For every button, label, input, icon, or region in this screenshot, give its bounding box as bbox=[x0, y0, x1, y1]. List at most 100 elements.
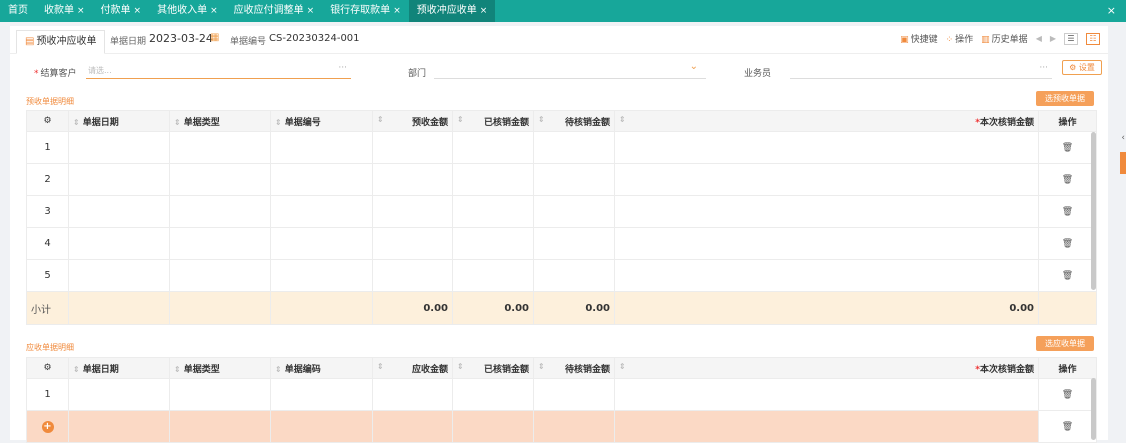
cell[interactable] bbox=[68, 259, 170, 292]
cell[interactable] bbox=[169, 163, 271, 196]
column-header[interactable]: ⇕ 应收金额 bbox=[372, 357, 453, 379]
cell[interactable] bbox=[68, 131, 170, 164]
column-header[interactable]: ⇕ *本次核销金额 bbox=[614, 110, 1039, 132]
column-settings-cell[interactable]: ⚙ bbox=[26, 110, 69, 132]
cell[interactable] bbox=[452, 227, 534, 260]
close-icon[interactable]: × bbox=[210, 6, 218, 16]
select-prepay-button[interactable]: 选预收单据 bbox=[1036, 91, 1094, 106]
shortcut-button[interactable]: ▣ 快捷键 bbox=[900, 32, 938, 45]
tab-adjustment[interactable]: 应收应付调整单 × bbox=[226, 0, 323, 22]
close-icon[interactable]: × bbox=[480, 6, 488, 16]
more-icon[interactable]: ··· bbox=[1039, 63, 1048, 73]
cell[interactable] bbox=[614, 195, 1039, 228]
collapse-icon[interactable]: ‹ bbox=[1121, 133, 1125, 143]
cell[interactable] bbox=[68, 227, 170, 260]
column-header[interactable]: ⇕ *本次核销金额 bbox=[614, 357, 1039, 379]
cell[interactable] bbox=[372, 195, 453, 228]
column-header[interactable]: ⇕ 已核销金额 bbox=[452, 357, 534, 379]
tab-other-income[interactable]: 其他收入单 × bbox=[149, 0, 226, 22]
cell[interactable] bbox=[169, 410, 271, 443]
table-row[interactable]: 1 🗑 bbox=[26, 378, 1097, 411]
cell[interactable] bbox=[533, 163, 615, 196]
detail-view-icon[interactable]: ☷ bbox=[1086, 32, 1100, 45]
cell[interactable] bbox=[533, 131, 615, 164]
column-header[interactable]: ⇕ 单据类型 bbox=[169, 357, 271, 379]
column-header[interactable]: ⇕ 待核销金额 bbox=[533, 357, 615, 379]
cell[interactable] bbox=[452, 378, 534, 411]
column-header[interactable]: ⇕ 单据日期 bbox=[68, 110, 170, 132]
tab-home[interactable]: 首页 bbox=[0, 0, 36, 22]
column-settings-cell[interactable]: ⚙ bbox=[26, 357, 69, 379]
cell[interactable] bbox=[372, 259, 453, 292]
scrollbar[interactable] bbox=[1091, 378, 1096, 440]
tab-payment[interactable]: 付款单 × bbox=[93, 0, 150, 22]
more-icon[interactable]: ··· bbox=[338, 63, 347, 73]
cell[interactable] bbox=[452, 163, 534, 196]
trash-icon[interactable]: 🗑 bbox=[1062, 271, 1073, 281]
trash-icon[interactable]: 🗑 bbox=[1062, 239, 1073, 249]
cell[interactable] bbox=[372, 227, 453, 260]
cell[interactable] bbox=[372, 131, 453, 164]
close-all-icon[interactable]: × bbox=[1107, 0, 1116, 22]
column-header[interactable]: ⇕ 预收金额 bbox=[372, 110, 453, 132]
cell[interactable] bbox=[372, 410, 453, 443]
next-icon[interactable]: ▶ bbox=[1050, 34, 1056, 43]
cell[interactable] bbox=[614, 163, 1039, 196]
cell[interactable] bbox=[533, 195, 615, 228]
cell[interactable] bbox=[169, 227, 271, 260]
list-view-icon[interactable]: ☰ bbox=[1064, 32, 1078, 45]
table-row[interactable]: 4 🗑 bbox=[26, 227, 1097, 260]
table-row[interactable]: 5 🗑 bbox=[26, 259, 1097, 292]
table-row[interactable]: 1 🗑 bbox=[26, 131, 1097, 164]
trash-icon[interactable]: 🗑 bbox=[1062, 390, 1073, 400]
cell[interactable] bbox=[614, 227, 1039, 260]
operate-button[interactable]: ⁘ 操作 bbox=[946, 32, 974, 45]
cell[interactable] bbox=[270, 195, 373, 228]
cell[interactable] bbox=[372, 378, 453, 411]
column-header[interactable]: ⇕ 单据编号 bbox=[270, 110, 373, 132]
cell[interactable] bbox=[614, 259, 1039, 292]
column-header[interactable]: ⇕ 已核销金额 bbox=[452, 110, 534, 132]
salesman-input[interactable]: ··· bbox=[790, 63, 1052, 79]
cell[interactable] bbox=[533, 378, 615, 411]
column-header[interactable]: ⇕ 单据编码 bbox=[270, 357, 373, 379]
dept-select[interactable]: ⌄ bbox=[434, 61, 706, 79]
scrollbar[interactable] bbox=[1091, 132, 1096, 290]
cell[interactable] bbox=[169, 195, 271, 228]
cell[interactable] bbox=[270, 163, 373, 196]
column-header[interactable]: ⇕ 待核销金额 bbox=[533, 110, 615, 132]
settings-button[interactable]: ⚙ 设置 bbox=[1062, 60, 1102, 75]
cell[interactable] bbox=[372, 163, 453, 196]
cell[interactable] bbox=[533, 259, 615, 292]
cell[interactable] bbox=[614, 378, 1039, 411]
cell[interactable] bbox=[614, 410, 1039, 443]
trash-icon[interactable]: 🗑 bbox=[1062, 143, 1073, 153]
cell[interactable] bbox=[270, 378, 373, 411]
cell[interactable] bbox=[533, 410, 615, 443]
close-icon[interactable]: × bbox=[77, 6, 85, 16]
cell[interactable] bbox=[169, 131, 271, 164]
document-tab[interactable]: ▤ 预收冲应收单 bbox=[16, 30, 106, 54]
cell[interactable] bbox=[270, 259, 373, 292]
cell[interactable] bbox=[270, 410, 373, 443]
cell[interactable] bbox=[68, 410, 170, 443]
add-row-icon[interactable]: + bbox=[41, 420, 54, 433]
trash-icon[interactable]: 🗑 bbox=[1062, 207, 1073, 217]
tab-prepay-offset[interactable]: 预收冲应收单 × bbox=[408, 0, 496, 22]
side-drawer-tab[interactable] bbox=[1120, 152, 1126, 174]
trash-icon[interactable]: 🗑 bbox=[1062, 175, 1073, 185]
close-icon[interactable]: × bbox=[307, 6, 315, 16]
cell[interactable] bbox=[452, 195, 534, 228]
close-icon[interactable]: × bbox=[393, 6, 401, 16]
close-icon[interactable]: × bbox=[134, 6, 142, 16]
cell[interactable] bbox=[169, 259, 271, 292]
date-value[interactable]: 2023-03-24 bbox=[149, 32, 213, 45]
cell[interactable] bbox=[68, 163, 170, 196]
cell[interactable] bbox=[68, 378, 170, 411]
column-header[interactable]: ⇕ 单据类型 bbox=[169, 110, 271, 132]
tab-receipt[interactable]: 收款单 × bbox=[36, 0, 93, 22]
table-row[interactable]: 3 🗑 bbox=[26, 195, 1097, 228]
cell[interactable] bbox=[614, 131, 1039, 164]
trash-icon[interactable]: 🗑 bbox=[1062, 422, 1073, 432]
new-row[interactable]: + 🗑 bbox=[26, 410, 1097, 443]
